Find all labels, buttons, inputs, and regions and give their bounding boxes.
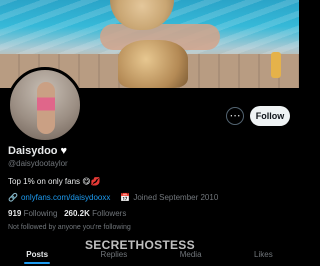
tab-likes[interactable]: Likes [254,250,273,259]
watermark: SECRETHOSTESS [85,238,195,252]
bio: Top 1% on only fans 😋💋 [8,177,101,186]
follow-stats: 919 Following 260.2K Followers [8,209,126,218]
link-icon: 🔗 [8,193,18,202]
more-button[interactable]: ⋯ [226,107,244,125]
following-count: 919 [8,209,22,218]
followers-label: Followers [92,209,127,218]
avatar[interactable] [7,67,83,143]
followers-link[interactable]: 260.2K Followers [64,209,126,218]
profile-meta: 🔗 onlyfans.com/daisydooxx 📅 Joined Septe… [8,193,218,202]
calendar-icon: 📅 [120,193,131,202]
joined-date: Joined September 2010 [133,193,219,202]
follow-button[interactable]: Follow [250,106,290,126]
banner-bottle [271,52,281,78]
followed-by-note: Not followed by anyone you're following [8,224,131,231]
handle: @daisydootaylor [8,159,68,168]
profile-link[interactable]: onlyfans.com/daisydooxx [21,193,110,202]
display-name: Daisydoo ♥ [8,145,67,157]
avatar-figure [37,82,55,134]
banner-hair [118,40,188,88]
more-icon: ⋯ [229,109,241,122]
following-label: Following [23,209,58,218]
following-link[interactable]: 919 Following [8,209,57,218]
heart-icon: ♥ [60,145,68,157]
followers-count: 260.2K [64,209,90,218]
tab-posts[interactable]: Posts [24,250,50,264]
display-name-text: Daisydoo [8,145,58,157]
